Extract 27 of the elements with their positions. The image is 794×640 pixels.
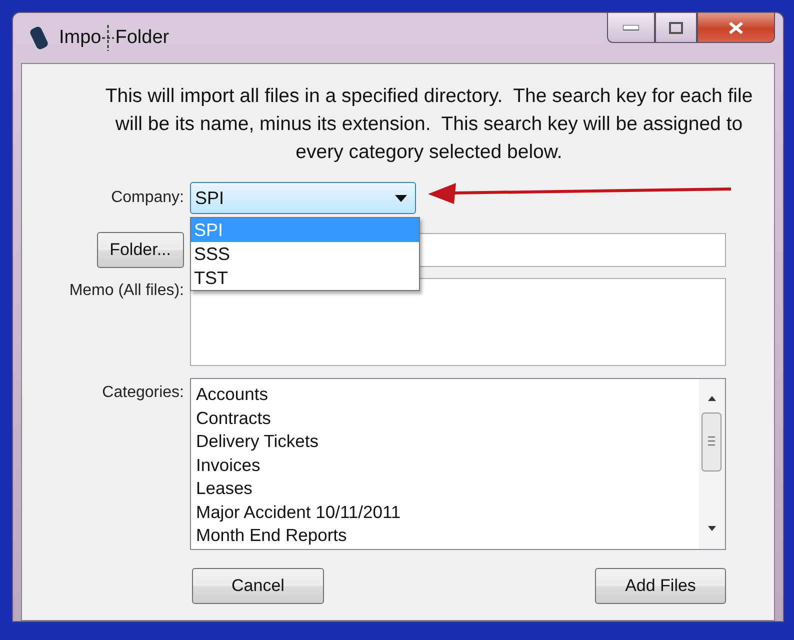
minimize-icon — [623, 24, 639, 30]
list-item[interactable]: Major Accident 10/11/2011 — [196, 500, 699, 524]
list-item[interactable]: Invoices — [196, 454, 699, 477]
instructions-text: This will import all files in a specified directory. The search key for each file will be its name, minus its extension. This search key will be assigned to every category selected below. — [104, 84, 754, 165]
maximize-icon — [669, 22, 683, 34]
field-label: Memo (All files): — [68, 281, 185, 300]
list-item[interactable]: Contracts — [196, 406, 699, 430]
field-label: Categories: — [101, 383, 185, 402]
minimize-button[interactable] — [607, 13, 655, 43]
field-label: Company: — [110, 189, 185, 207]
list-item[interactable]: Leases — [196, 477, 699, 500]
scrollbar[interactable] — [699, 379, 725, 549]
list-item[interactable]: Delivery Tickets — [196, 430, 699, 454]
list-item[interactable]: Month End Reports — [196, 524, 699, 548]
cancel-button[interactable]: Cancel — [192, 568, 324, 604]
close-icon — [728, 20, 744, 34]
dropdown-option[interactable]: SSS — [191, 242, 419, 266]
dropdown-option[interactable]: TST — [191, 266, 419, 290]
maximize-button[interactable] — [655, 13, 697, 43]
window-title: Folder — [115, 27, 170, 49]
list-item[interactable]: Accounts — [196, 383, 699, 406]
cursor-icon — [101, 25, 116, 51]
window-title: Impo — [59, 27, 102, 49]
close-button[interactable] — [697, 13, 775, 43]
folder-button[interactable]: Folder... — [96, 232, 184, 268]
add-files-button[interactable]: Add Files — [595, 568, 726, 604]
caret-icon — [395, 194, 407, 202]
